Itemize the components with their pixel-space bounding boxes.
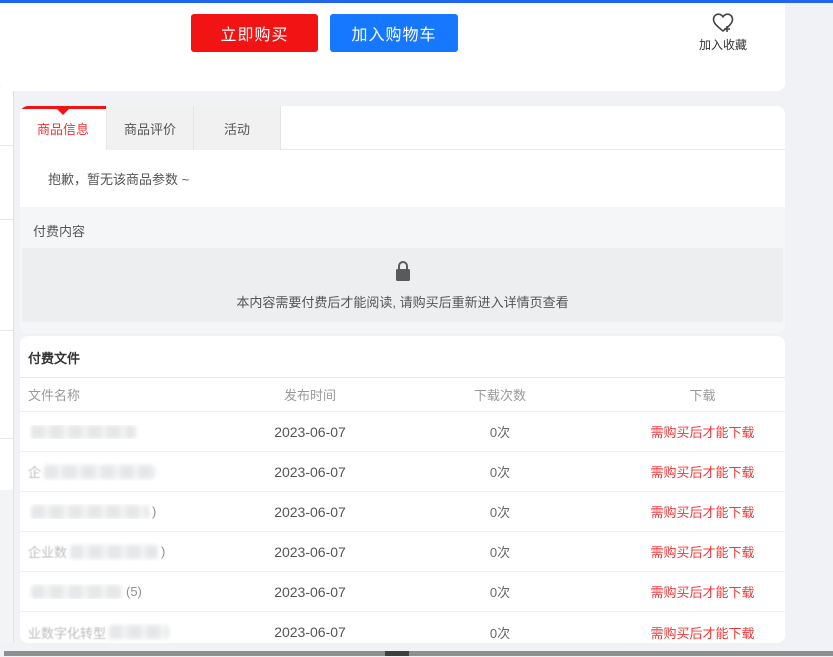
column-header-filename: 文件名称: [20, 385, 240, 404]
column-header-download-count: 下载次数: [380, 385, 620, 404]
horizontal-scrollbar-track[interactable]: [4, 651, 833, 656]
download-link[interactable]: 需购买后才能下载: [650, 425, 754, 440]
file-table-row: 业数字化转型 2023-06-07 0次 需购买后才能下载: [20, 612, 785, 643]
redaction-blob: [109, 625, 169, 639]
download-count: 0次: [380, 582, 620, 601]
paid-content-section: 付费内容 本内容需要付费后才能阅读, 请购买后重新进入详情页查看: [20, 207, 785, 333]
product-tabs: 商品信息 商品评价 活动: [20, 106, 785, 150]
redaction-blob: [70, 545, 158, 559]
publish-date: 2023-06-07: [240, 584, 380, 600]
file-table-row: 2023-06-07 0次 需购买后才能下载: [20, 412, 785, 452]
action-bar: 立即购买 加入购物车 加入收藏: [0, 3, 785, 91]
publish-date: 2023-06-07: [240, 464, 380, 480]
column-header-publish-time: 发布时间: [240, 385, 380, 404]
paid-content-notice: 本内容需要付费后才能阅读, 请购买后重新进入详情页查看: [236, 292, 568, 311]
left-cutoff-panel: [0, 87, 14, 490]
paid-files-title: 付费文件: [20, 336, 785, 378]
download-link[interactable]: 需购买后才能下载: [650, 585, 754, 600]
download-link[interactable]: 需购买后才能下载: [650, 545, 754, 560]
download-link[interactable]: 需购买后才能下载: [650, 626, 754, 641]
file-name-fragment: ): [161, 544, 165, 559]
divider: [0, 145, 13, 146]
publish-date: 2023-06-07: [240, 504, 380, 520]
file-name-fragment: 企: [28, 462, 41, 481]
redaction-blob: [31, 505, 149, 519]
download-count: 0次: [380, 462, 620, 481]
files-table-body: 2023-06-07 0次 需购买后才能下载 企 2023-06-07 0次 需…: [20, 412, 785, 643]
publish-date: 2023-06-07: [240, 424, 380, 440]
files-table-header: 文件名称 发布时间 下载次数 下载: [20, 378, 785, 412]
publish-date: 2023-06-07: [240, 624, 380, 640]
product-info-card: 商品信息 商品评价 活动 抱歉，暂无该商品参数 ~ 付费内容 本内容需要付费后才…: [20, 106, 785, 333]
divider: [0, 438, 13, 439]
redaction-blob: [44, 465, 156, 479]
paid-content-title: 付费内容: [20, 215, 785, 248]
download-count: 0次: [380, 422, 620, 441]
file-name-fragment: ): [152, 504, 156, 519]
buy-now-button[interactable]: 立即购买: [191, 14, 318, 52]
file-name-fragment: 企业数: [28, 542, 67, 561]
divider: [0, 330, 13, 331]
add-to-cart-button[interactable]: 加入购物车: [330, 14, 458, 52]
redaction-blob: [31, 425, 136, 439]
tab-3[interactable]: 活动: [194, 106, 281, 150]
heart-plus-icon: [710, 11, 736, 35]
add-to-favorites[interactable]: 加入收藏: [692, 9, 754, 61]
file-name-redacted: ): [20, 504, 240, 519]
horizontal-scrollbar-thumb[interactable]: [385, 651, 409, 656]
file-name-fragment: (5): [126, 584, 142, 599]
download-count: 0次: [380, 502, 620, 521]
publish-date: 2023-06-07: [240, 544, 380, 560]
tab-2[interactable]: 商品评价: [107, 106, 194, 150]
file-table-row: 企 2023-06-07 0次 需购买后才能下载: [20, 452, 785, 492]
file-name-fragment: 业数字化转型: [28, 623, 106, 642]
divider: [0, 219, 13, 220]
file-table-row: ) 2023-06-07 0次 需购买后才能下载: [20, 492, 785, 532]
download-link[interactable]: 需购买后才能下载: [650, 465, 754, 480]
page: 立即购买 加入购物车 加入收藏 商品信息 商品评价 活动 抱歉，暂无该商品参数 …: [0, 0, 833, 657]
paid-files-card: 付费文件 文件名称 发布时间 下载次数 下载 2023-06-07 0次 需购买…: [20, 336, 785, 643]
file-name-redacted: (5): [20, 584, 240, 599]
download-count: 0次: [380, 623, 620, 642]
download-count: 0次: [380, 542, 620, 561]
file-name-redacted: 业数字化转型: [20, 623, 240, 642]
redaction-blob: [31, 585, 123, 599]
left-cutoff-panel-lower: [0, 490, 14, 643]
file-table-row: (5) 2023-06-07 0次 需购买后才能下载: [20, 572, 785, 612]
column-header-download: 下载: [620, 385, 785, 404]
no-params-notice: 抱歉，暂无该商品参数 ~: [20, 150, 785, 207]
file-name-redacted: 企: [20, 462, 240, 481]
favorite-label: 加入收藏: [692, 36, 754, 53]
file-name-redacted: [20, 425, 240, 439]
lock-icon: [392, 259, 414, 285]
tab-1[interactable]: 商品信息: [20, 106, 107, 150]
file-table-row: 企业数 ) 2023-06-07 0次 需购买后才能下载: [20, 532, 785, 572]
file-name-redacted: 企业数 ): [20, 542, 240, 561]
download-link[interactable]: 需购买后才能下载: [650, 505, 754, 520]
paid-content-locked-box: 本内容需要付费后才能阅读, 请购买后重新进入详情页查看: [22, 248, 783, 322]
